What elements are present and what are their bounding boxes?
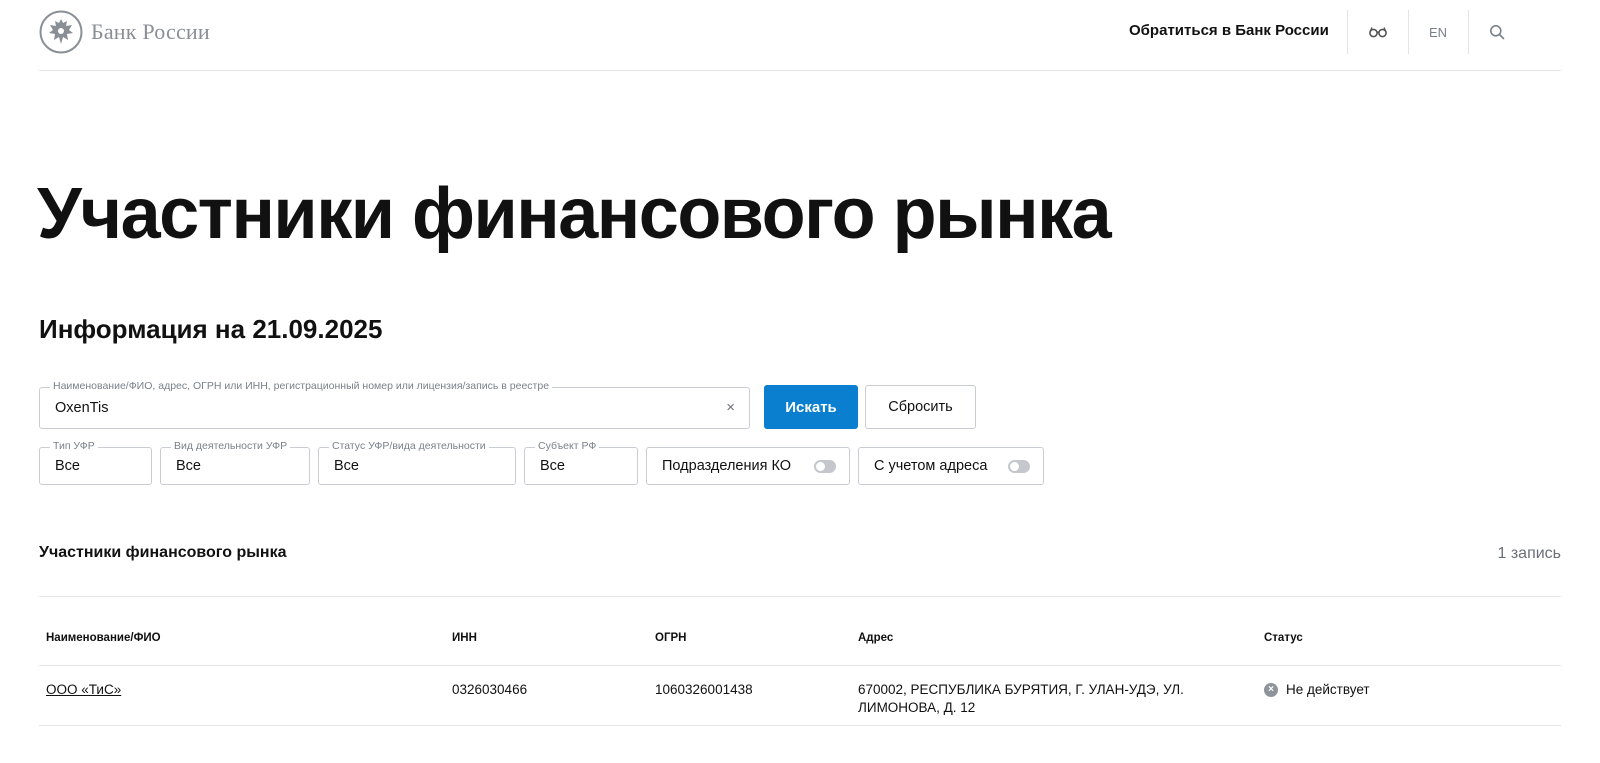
address-line: ЛИМОНОВА, Д. 12 [858,700,976,715]
filter-label: Субъект РФ [535,440,600,452]
header-search-button[interactable] [1477,18,1517,46]
results-title: Участники финансового рынка [39,544,287,561]
filter-region[interactable]: Субъект РФ Все [524,440,638,485]
cell-status: × Не действует [1264,681,1370,699]
header-divider [1408,10,1409,54]
filter-value: Все [55,458,80,474]
divider [39,665,1561,666]
divider [39,596,1561,597]
filter-status[interactable]: Статус УФР/вида деятельности Все [318,440,516,485]
results-count: 1 запись [1497,545,1561,562]
toggle-ko-divisions[interactable]: Подразделения КО [646,447,850,485]
info-date-heading: Информация на 21.09.2025 [39,314,383,344]
filter-ufr-type[interactable]: Тип УФР Все [39,440,152,485]
inactive-status-icon: × [1264,683,1278,697]
search-input[interactable]: Наименование/ФИО, адрес, ОГРН или ИНН, р… [39,380,750,429]
logo[interactable]: Банк России [39,10,210,54]
cell-ogrn: 1060326001438 [655,682,753,697]
cell-inn: 0326030466 [452,682,528,697]
toggle-address[interactable]: С учетом адреса [858,447,1044,485]
column-header-status: Статус [1264,632,1303,644]
reset-button[interactable]: Сбросить [865,385,976,429]
logo-text: Банк России [91,19,210,44]
accessibility-button[interactable] [1358,18,1398,46]
language-switch[interactable]: EN [1418,18,1458,46]
toggle-switch[interactable] [814,460,836,473]
page-title: Участники финансового рынка [37,174,1112,254]
column-header-address: Адрес [858,632,894,644]
status-text: Не действует [1286,682,1370,697]
toggle-knob [1010,462,1019,471]
divider [39,725,1561,726]
filter-value: Все [540,458,565,474]
contact-bank-link[interactable]: Обратиться в Банк России [1129,22,1329,39]
toggle-knob [816,462,825,471]
column-header-ogrn: ОГРН [655,632,687,644]
toggle-label: С учетом адреса [874,458,988,474]
filter-value: Все [334,458,359,474]
site-header: Банк России Обратиться в Банк России EN [39,0,1561,71]
search-button[interactable]: Искать [764,385,858,429]
toggle-switch[interactable] [1008,460,1030,473]
glasses-icon [1369,27,1387,38]
filter-activity-type[interactable]: Вид деятельности УФР Все [160,440,310,485]
cell-address: 670002, РЕСПУБЛИКА БУРЯТИЯ, Г. УЛАН-УДЭ,… [858,681,1184,717]
search-icon [1490,25,1505,40]
column-header-inn: ИНН [452,632,477,644]
filter-value: Все [176,458,201,474]
header-divider [1347,10,1348,54]
header-divider [1468,10,1469,54]
search-input-value: OxenTis [55,400,109,416]
search-input-label: Наименование/ФИО, адрес, ОГРН или ИНН, р… [50,380,553,392]
filter-label: Вид деятельности УФР [171,440,291,452]
filter-label: Тип УФР [50,440,98,452]
toggle-label: Подразделения КО [662,458,792,474]
bank-emblem-icon [39,10,83,54]
filter-label: Статус УФР/вида деятельности [329,440,489,452]
participant-name-link[interactable]: ООО «ТиС» [46,682,121,697]
clear-icon[interactable]: × [726,399,735,416]
address-line: 670002, РЕСПУБЛИКА БУРЯТИЯ, Г. УЛАН-УДЭ,… [858,682,1184,697]
column-header-name: Наименование/ФИО [46,632,161,644]
